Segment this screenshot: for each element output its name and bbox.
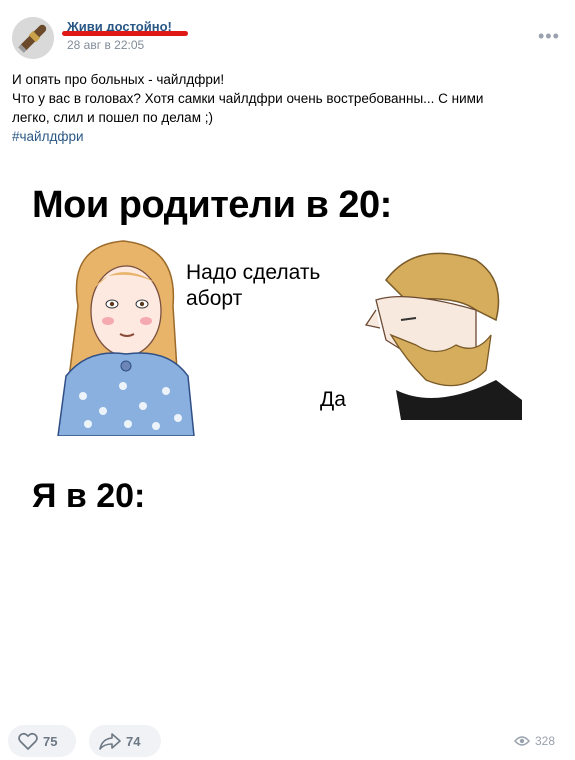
views-counter: 328 (514, 734, 555, 748)
views-count: 328 (535, 734, 556, 748)
meme-image[interactable]: Мои родители в 20: Надо сделать аборт Да (12, 170, 562, 715)
post-date[interactable]: 28 авг в 22:05 (67, 38, 144, 52)
meme-title-me: Я в 20: (32, 477, 146, 515)
avatar-cigar-icon (12, 17, 54, 59)
like-button[interactable]: 75 (8, 725, 76, 757)
post-header: Живи достойно! 28 авг в 22:05 ••• (0, 0, 575, 60)
avatar[interactable] (12, 17, 54, 59)
post-text-line: легко, слил и пошел по делам ;) (12, 110, 213, 125)
more-dots-icon[interactable]: ••• (538, 26, 560, 47)
post-footer: 75 74 328 (0, 722, 575, 760)
post-text: И опять про больных - чайлдфри! Что у ва… (12, 70, 562, 146)
chad-illustration (364, 252, 522, 420)
post-text-line: И опять про больных - чайлдфри! (12, 72, 225, 87)
girl-speech-line: Надо сделать (186, 261, 321, 284)
share-button[interactable]: 74 (89, 725, 161, 757)
red-underline-annotation (62, 31, 188, 36)
share-count: 74 (126, 733, 141, 749)
hashtag-link[interactable]: #чайлдфри (12, 127, 562, 146)
eye-icon (514, 736, 530, 746)
post-text-line: Что у вас в головах? Хотя самки чайлдфри… (12, 91, 484, 106)
meme-title-parents: Мои родители в 20: (32, 184, 392, 226)
chad-speech: Да (320, 388, 346, 411)
girl-speech-line: аборт (186, 287, 243, 310)
girl-illustration (57, 240, 195, 436)
heart-icon (18, 732, 38, 750)
like-count: 75 (43, 733, 58, 749)
girl-speech: Надо сделать аборт (186, 260, 320, 312)
share-arrow-icon (99, 733, 121, 750)
